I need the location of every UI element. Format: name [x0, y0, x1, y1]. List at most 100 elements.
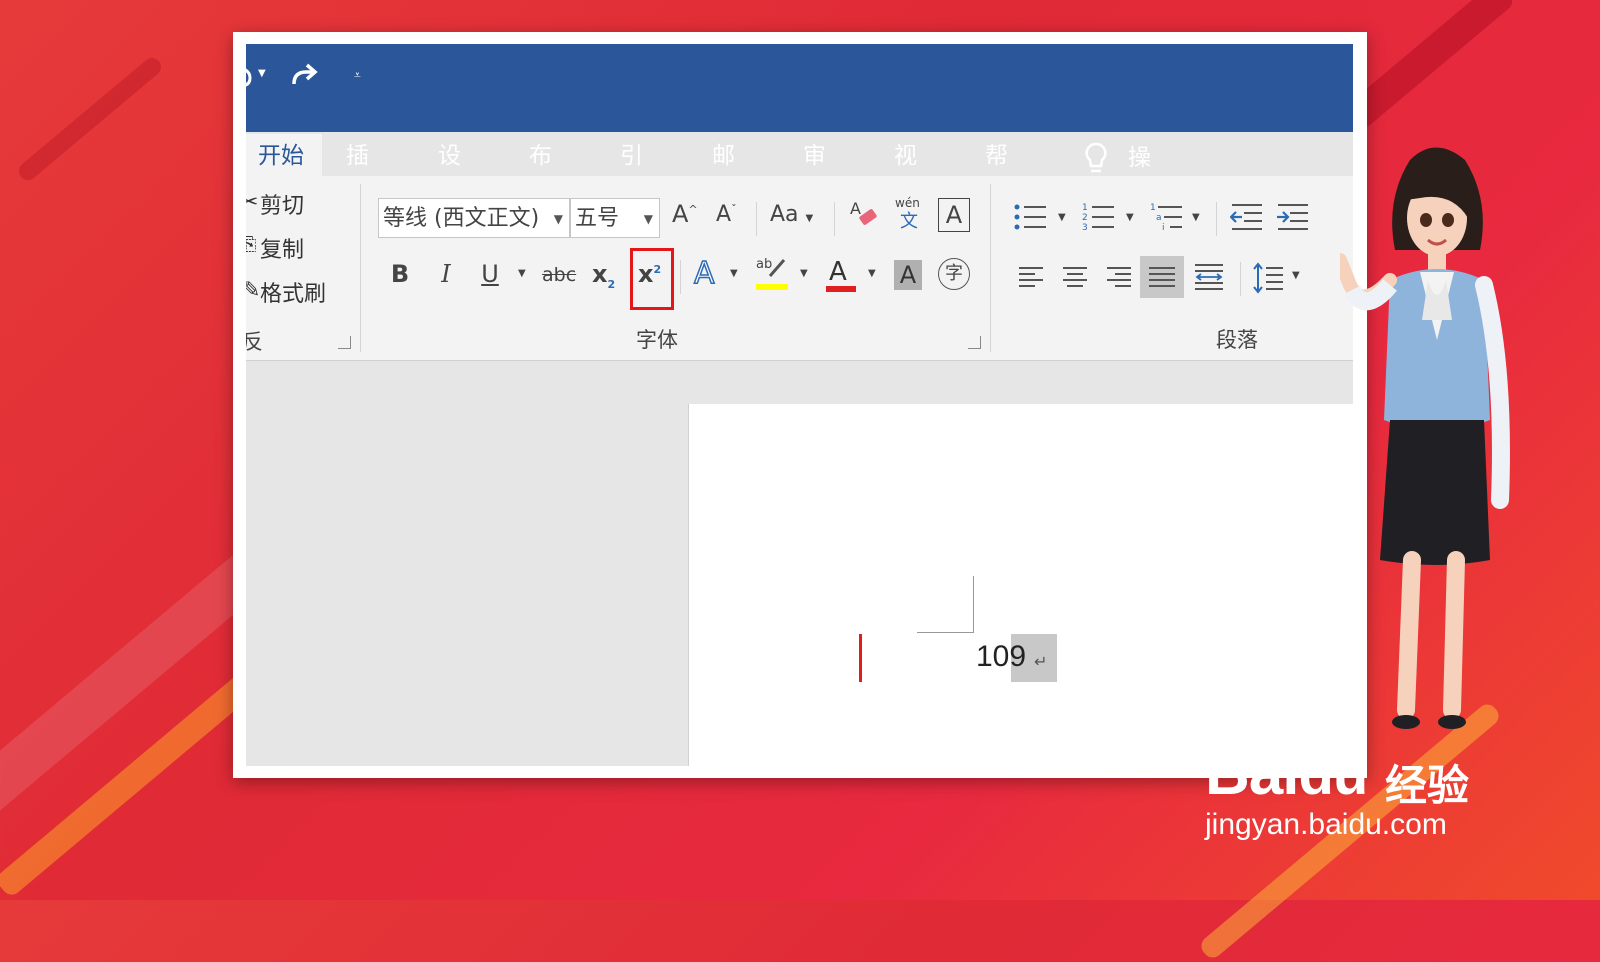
- format-painter-icon[interactable]: ✎: [246, 278, 260, 303]
- italic-button[interactable]: I: [434, 260, 458, 288]
- svg-text:3: 3: [1082, 223, 1088, 232]
- tab-layout[interactable]: 布局: [515, 134, 566, 214]
- background-stripe: [15, 54, 165, 184]
- phonetic-guide-icon[interactable]: wén 文: [894, 194, 924, 236]
- background-stripe: [1343, 0, 1517, 131]
- align-left-icon[interactable]: [1018, 264, 1044, 294]
- tab-help[interactable]: 帮助: [971, 134, 1022, 214]
- chevron-down-icon: ▼: [553, 212, 563, 226]
- document-text[interactable]: 109: [976, 640, 1026, 674]
- grow-font-icon[interactable]: A^: [672, 200, 698, 228]
- document-page[interactable]: 109 ↵: [688, 404, 1353, 766]
- divider: [756, 202, 757, 236]
- character-border-icon[interactable]: A: [938, 198, 970, 232]
- clipboard-group-label: 反: [246, 330, 263, 354]
- enclose-characters-icon[interactable]: 字: [938, 258, 970, 290]
- justify-icon[interactable]: [1140, 256, 1184, 298]
- tell-me-search[interactable]: 操作说明搜索: [1128, 136, 1151, 396]
- font-size-value: 五号: [575, 206, 620, 231]
- baidu-jingyan-label: 经验: [1385, 761, 1470, 810]
- paragraph-group-label: 段落: [1216, 328, 1258, 352]
- word-window: ▼ ⩡ 开始 插入 设计 布局 引用 邮件 审阅 视图 帮助 操作说明搜索 ✂ …: [246, 44, 1353, 766]
- copy-button[interactable]: 复制: [260, 232, 304, 264]
- font-color-dropdown-icon[interactable]: ▼: [868, 268, 876, 279]
- align-center-icon[interactable]: [1062, 264, 1088, 294]
- paragraph-mark-icon: ↵: [1034, 652, 1048, 671]
- clear-formatting-icon[interactable]: A: [848, 196, 882, 236]
- numbering-dropdown-icon[interactable]: ▼: [1126, 212, 1134, 223]
- font-name-value: 等线 (西文正文): [383, 206, 540, 231]
- divider: [1240, 262, 1241, 296]
- tab-review[interactable]: 审阅: [789, 134, 840, 214]
- svg-text:1: 1: [1082, 203, 1088, 213]
- superscript-highlight: [630, 248, 674, 310]
- baidu-logo: Baidu: [1205, 739, 1368, 808]
- underline-dropdown-icon[interactable]: ▼: [518, 268, 526, 279]
- multilevel-dropdown-icon[interactable]: ▼: [1192, 212, 1200, 223]
- svg-text:i: i: [1162, 223, 1165, 232]
- clipboard-dialog-launcher[interactable]: [338, 336, 351, 349]
- tab-home[interactable]: 开始: [246, 134, 322, 179]
- tab-design[interactable]: 设计: [424, 134, 475, 214]
- strikethrough-button[interactable]: abc: [542, 264, 576, 286]
- tab-view[interactable]: 视图: [880, 134, 931, 214]
- numbering-icon[interactable]: 123: [1082, 202, 1116, 236]
- margin-marker: [917, 632, 974, 633]
- copy-icon[interactable]: ⎘: [246, 234, 256, 255]
- font-color-icon[interactable]: A: [824, 254, 858, 300]
- svg-text:1: 1: [1150, 203, 1156, 213]
- font-group-label: 字体: [636, 328, 678, 352]
- font-name-dropdown[interactable]: 等线 (西文正文) ▼: [378, 198, 570, 238]
- shrink-font-icon[interactable]: Aˇ: [716, 202, 737, 227]
- text-cursor-marker: [859, 634, 862, 682]
- bullets-icon[interactable]: [1014, 202, 1048, 236]
- svg-text:2: 2: [1082, 213, 1088, 223]
- format-painter-button[interactable]: 格式刷: [260, 276, 326, 308]
- redo-icon[interactable]: [288, 62, 320, 98]
- title-bar: ▼ ⩡ 开始 插入 设计 布局 引用 邮件 审阅 视图 帮助 操作说明搜索: [246, 44, 1353, 396]
- align-right-icon[interactable]: [1106, 264, 1132, 294]
- change-case-icon[interactable]: Aa ▼: [770, 202, 813, 227]
- divider: [990, 184, 991, 352]
- divider: [680, 260, 681, 294]
- svg-text:a: a: [1156, 213, 1162, 223]
- svg-text:A: A: [850, 199, 861, 218]
- margin-marker: [973, 576, 974, 632]
- line-spacing-icon[interactable]: [1252, 262, 1284, 298]
- svg-text:ab: ab: [756, 257, 772, 272]
- svg-text:A: A: [829, 257, 847, 287]
- tab-references[interactable]: 引用: [606, 134, 657, 214]
- text-effects-dropdown-icon[interactable]: ▼: [730, 268, 738, 279]
- cut-icon[interactable]: ✂: [246, 190, 258, 215]
- lightbulb-icon[interactable]: [1082, 136, 1110, 181]
- multilevel-list-icon[interactable]: 1ai: [1150, 202, 1184, 236]
- tab-mailings[interactable]: 邮件: [698, 134, 749, 214]
- ribbon: ✂ 剪切 ⎘ 复制 ✎ 格式刷 反 等线 (西文正文) ▼ 五号 ▼ A^ Aˇ…: [246, 176, 1353, 361]
- increase-indent-icon[interactable]: [1276, 202, 1310, 236]
- text-effects-icon[interactable]: A: [693, 255, 715, 292]
- watermark-url: jingyan.baidu.com: [1205, 808, 1447, 841]
- divider: [1216, 202, 1217, 236]
- font-dialog-launcher[interactable]: [968, 336, 981, 349]
- line-spacing-dropdown-icon[interactable]: ▼: [1292, 270, 1300, 281]
- font-size-dropdown[interactable]: 五号 ▼: [570, 198, 660, 238]
- divider: [834, 202, 835, 236]
- bold-button[interactable]: B: [388, 260, 412, 288]
- undo-dropdown-icon[interactable]: ▼: [258, 68, 266, 79]
- subscript-button[interactable]: x2: [592, 260, 615, 291]
- highlight-color-icon[interactable]: ab: [754, 254, 790, 298]
- undo-icon[interactable]: [246, 62, 252, 96]
- bullets-dropdown-icon[interactable]: ▼: [1058, 212, 1066, 223]
- character-shading-icon[interactable]: A: [894, 260, 922, 290]
- decrease-indent-icon[interactable]: [1229, 202, 1264, 236]
- presenter-illustration: [1340, 147, 1510, 729]
- chevron-down-icon: ▼: [643, 212, 653, 226]
- cut-button[interactable]: 剪切: [260, 188, 304, 220]
- qat-dropdown-icon[interactable]: ⩡: [354, 68, 361, 83]
- tab-insert[interactable]: 插入: [332, 134, 383, 214]
- divider: [360, 184, 361, 352]
- highlight-dropdown-icon[interactable]: ▼: [800, 268, 808, 279]
- distributed-icon[interactable]: [1194, 262, 1224, 296]
- svg-text:文: 文: [900, 211, 918, 232]
- underline-button[interactable]: U: [478, 260, 502, 288]
